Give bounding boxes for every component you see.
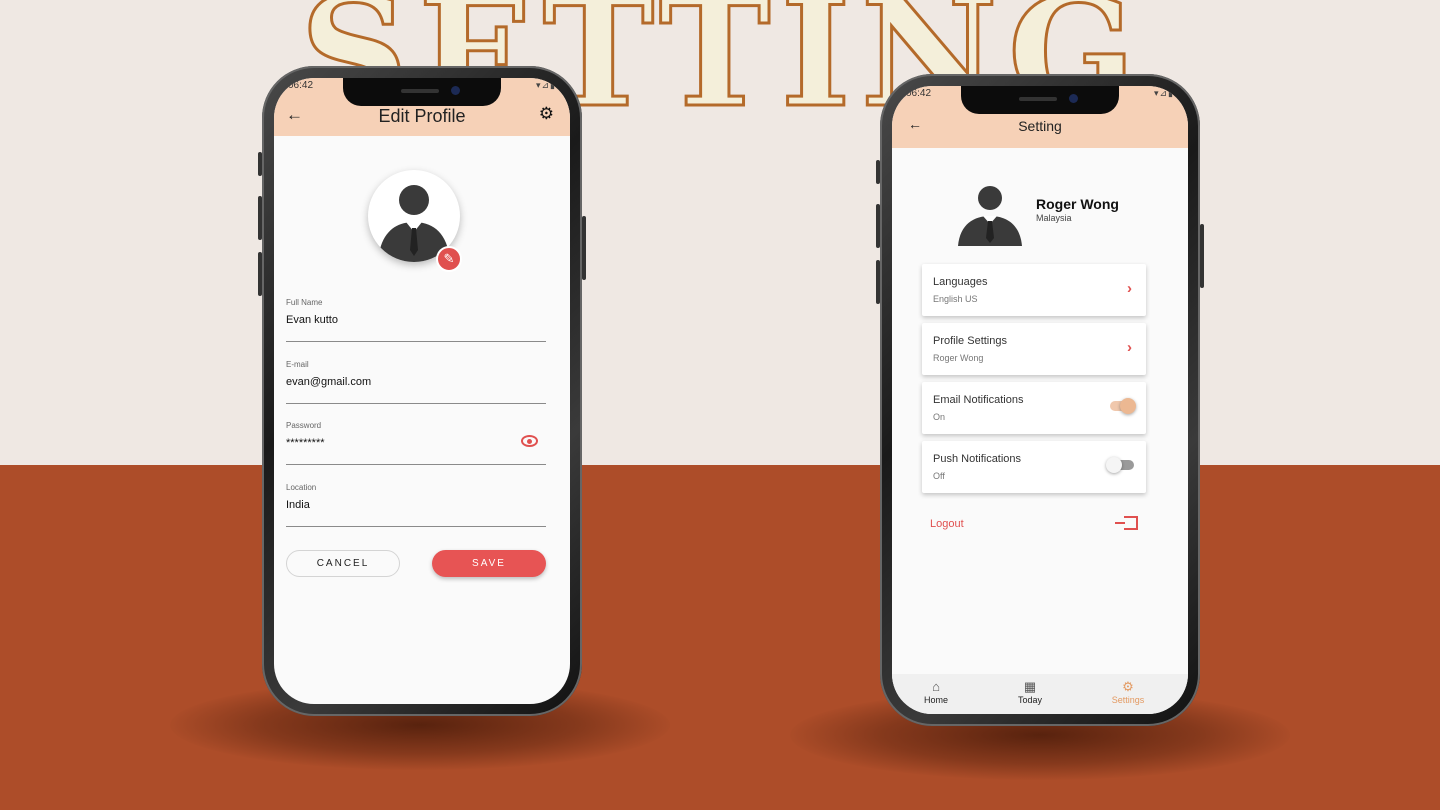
logout-button[interactable]: Logout (930, 518, 964, 530)
item-title: Profile Settings (933, 335, 1007, 347)
page-title: Setting (1018, 118, 1062, 134)
field-value: India (286, 499, 310, 511)
item-subtitle: Roger Wong (933, 353, 984, 363)
item-subtitle: Off (933, 471, 945, 481)
item-subtitle: English US (933, 294, 978, 304)
edit-profile-screen: 06:42 ▾⊿▮ ← Edit Profile ⚙ ✎ Full Name E… (274, 78, 570, 704)
nav-label: Today (1017, 695, 1043, 705)
push-notifications-item: Push Notifications Off (922, 441, 1146, 493)
profile-settings-item[interactable]: Profile Settings Roger Wong › (922, 323, 1146, 375)
push-notifications-toggle[interactable] (1106, 457, 1134, 473)
chevron-right-icon[interactable]: › (1127, 280, 1132, 297)
field-label: Full Name (286, 298, 323, 307)
chevron-right-icon[interactable]: › (1127, 339, 1132, 356)
email-notifications-item: Email Notifications On (922, 382, 1146, 434)
settings-screen: 06:42 ▾⊿▮ ← Setting Roger Wong Malaysia … (892, 86, 1188, 714)
cancel-button[interactable]: CANCEL (286, 550, 400, 577)
user-name: Roger Wong (1036, 196, 1119, 212)
calendar-icon: ▦ (1023, 679, 1037, 694)
phone-edit-profile: 06:42 ▾⊿▮ ← Edit Profile ⚙ ✎ Full Name E… (258, 66, 586, 716)
user-country: Malaysia (1036, 213, 1072, 223)
email-notifications-toggle[interactable] (1110, 398, 1136, 414)
logout-icon[interactable] (1115, 516, 1138, 530)
home-icon: ⌂ (932, 679, 940, 694)
notch (961, 86, 1119, 114)
nav-label: Settings (1111, 695, 1145, 705)
eye-icon[interactable] (521, 435, 538, 447)
gear-icon[interactable]: ⚙ (539, 104, 554, 124)
phone-settings: 06:42 ▾⊿▮ ← Setting Roger Wong Malaysia … (876, 74, 1204, 726)
nav-home[interactable]: ⌂ Home (906, 679, 966, 706)
pencil-icon[interactable]: ✎ (436, 246, 462, 272)
field-label: Location (286, 483, 317, 492)
save-button[interactable]: SAVE (432, 550, 546, 577)
gear-icon: ⚙ (1122, 679, 1134, 694)
item-subtitle: On (933, 412, 946, 422)
languages-item[interactable]: Languages English US › (922, 264, 1146, 316)
page-title: Edit Profile (378, 106, 466, 126)
field-value: ********* (286, 437, 325, 449)
full-name-field[interactable]: Full Name Evan kutto (286, 298, 546, 342)
person-silhouette-icon (952, 174, 1028, 250)
field-label: Password (286, 421, 322, 430)
email-field[interactable]: E-mail evan@gmail.com (286, 360, 546, 404)
item-title: Push Notifications (933, 453, 1022, 465)
field-value: Evan kutto (286, 314, 338, 326)
status-time: 06:42 (906, 88, 932, 99)
field-value: evan@gmail.com (286, 376, 372, 388)
item-title: Email Notifications (933, 394, 1024, 406)
field-label: E-mail (286, 360, 309, 369)
nav-label: Home (923, 695, 948, 705)
notch (343, 78, 501, 106)
nav-today[interactable]: ▦ Today (1000, 679, 1060, 706)
status-icons: ▾⊿▮ (1153, 88, 1174, 98)
status-time: 06:42 (288, 80, 314, 91)
item-title: Languages (933, 276, 988, 288)
nav-settings[interactable]: ⚙ Settings (1098, 679, 1158, 706)
status-icons: ▾⊿▮ (535, 80, 556, 90)
location-field[interactable]: Location India (286, 483, 546, 527)
password-field[interactable]: Password ********* (286, 421, 546, 465)
bottom-navigation: ⌂ Home ▦ Today ⚙ Settings (892, 674, 1188, 714)
